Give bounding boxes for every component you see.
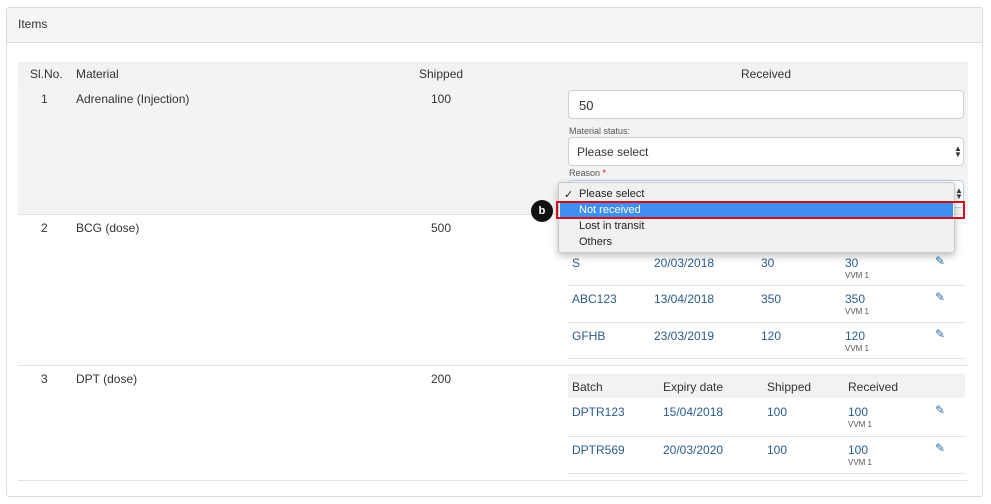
batch-divider (568, 436, 965, 437)
received-quantity-input[interactable] (568, 90, 964, 119)
batch-vvm: VVM 1 (845, 271, 870, 280)
received-quantity-value: 50 (579, 98, 594, 113)
row-1-shipped: 100 (431, 92, 452, 106)
batch-expiry: 23/03/2019 (654, 329, 715, 343)
header-material: Material (76, 67, 119, 81)
batch-expiry: 20/03/2020 (663, 443, 724, 457)
batch-received: 100 (848, 443, 869, 457)
callout-badge: b (531, 200, 553, 222)
batch-header-batch: Batch (572, 380, 603, 394)
panel-title: Items (18, 17, 48, 31)
edit-icon[interactable]: ✎ (935, 290, 945, 304)
row-1-material: Adrenaline (Injection) (76, 92, 190, 106)
batch-link[interactable]: DPTR569 (572, 443, 625, 457)
batch-received: 120 (845, 329, 866, 343)
header-slno: Sl.No. (30, 67, 63, 81)
checkmark-icon: ✓ (564, 189, 574, 201)
row-3-shipped: 200 (431, 372, 452, 386)
material-status-value: Please select (577, 145, 649, 159)
batch-shipped: 30 (761, 256, 775, 270)
batch-link[interactable]: GFHB (572, 329, 605, 343)
row-3-slno: 3 (41, 372, 48, 386)
batch-divider (568, 285, 965, 286)
batch-shipped: 100 (767, 443, 788, 457)
batch-shipped: 120 (761, 329, 782, 343)
reason-label: Reason * (569, 168, 607, 178)
batch-header-expiry: Expiry date (663, 380, 724, 394)
panel-header (7, 8, 982, 43)
batch-vvm: VVM 1 (848, 458, 873, 467)
row-3-material: DPT (dose) (76, 372, 138, 386)
edit-icon[interactable]: ✎ (935, 403, 945, 417)
row-divider (18, 480, 968, 481)
required-asterisk: * (602, 168, 607, 178)
edit-icon[interactable]: ✎ (935, 327, 945, 341)
batch-received: 350 (845, 292, 866, 306)
batch-divider (568, 473, 965, 474)
batch-vvm: VVM 1 (845, 344, 870, 353)
batch-expiry: 20/03/2018 (654, 256, 715, 270)
batch-received: 100 (848, 405, 869, 419)
dropdown-option-others[interactable]: Others (579, 236, 612, 248)
batch-link[interactable]: ABC123 (572, 292, 617, 306)
dropdown-option-please-select[interactable]: Please select (579, 188, 644, 200)
row-2-material: BCG (dose) (76, 221, 140, 235)
callout-highlight-box (556, 201, 965, 219)
edit-icon[interactable]: ✎ (935, 441, 945, 455)
row-divider (18, 365, 968, 366)
material-status-label: Material status: (569, 126, 631, 136)
batch-received: 30 (845, 256, 859, 270)
batch-expiry: 15/04/2018 (663, 405, 724, 419)
updown-arrows-icon: ▲ ▼ (954, 144, 962, 159)
batch-shipped: 350 (761, 292, 782, 306)
batch-divider (568, 358, 965, 359)
table-header (18, 62, 968, 86)
batch-divider (568, 322, 965, 323)
batch-header-shipped: Shipped (767, 380, 812, 394)
dropdown-option-lost-in-transit[interactable]: Lost in transit (579, 220, 644, 232)
batch-vvm: VVM 1 (848, 420, 873, 429)
row-2-shipped: 500 (431, 221, 452, 235)
row-1-slno: 1 (41, 92, 48, 106)
batch-vvm: VVM 1 (845, 307, 870, 316)
row-2-slno: 2 (41, 221, 48, 235)
batch-link[interactable]: S (572, 256, 580, 270)
batch-shipped: 100 (767, 405, 788, 419)
batch-header-received: Received (848, 380, 899, 394)
batch-expiry: 13/04/2018 (654, 292, 715, 306)
updown-arrows-icon: ▲ ▼ (955, 186, 963, 201)
batch-link[interactable]: DPTR123 (572, 405, 625, 419)
edit-icon[interactable]: ✎ (935, 254, 945, 268)
header-received: Received (741, 67, 792, 81)
header-shipped: Shipped (419, 67, 464, 81)
